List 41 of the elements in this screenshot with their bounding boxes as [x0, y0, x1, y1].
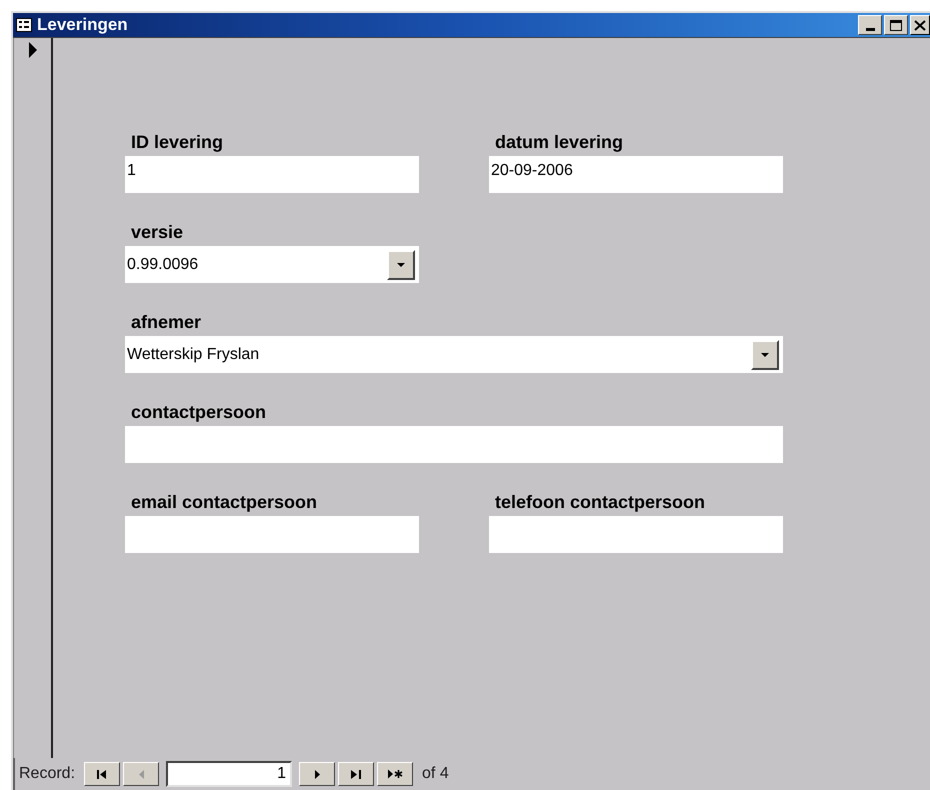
navigation-button[interactable]: [377, 762, 414, 786]
field-label: email contactpersoon: [131, 491, 318, 513]
new-record-icon: [387, 769, 404, 779]
combo-value: Wetterskip Fryslan: [127, 344, 260, 364]
field-label: afnemer: [131, 311, 202, 333]
field-label: telefoon contactpersoon: [495, 491, 706, 513]
dropdown-button[interactable]: [751, 340, 779, 370]
first-record-icon: [96, 770, 108, 778]
record-label: Record:: [19, 764, 76, 784]
close-icon: [914, 20, 926, 30]
text-field[interactable]: 20-09-2006: [489, 156, 783, 193]
maximize-icon: [890, 20, 902, 30]
caret-icon: [761, 352, 769, 356]
field-label: ID levering: [131, 131, 224, 153]
navigation-button[interactable]: [84, 762, 120, 786]
record-selector[interactable]: [13, 38, 53, 758]
text-field[interactable]: [125, 426, 783, 463]
dropdown-button[interactable]: [387, 250, 415, 280]
field-label: datum levering: [495, 131, 624, 153]
form-icon: [16, 18, 32, 32]
window-title: Leveringen: [37, 14, 128, 36]
caret-icon: [397, 262, 405, 266]
field-label: contactpersoon: [131, 401, 268, 423]
last-record-icon: [350, 770, 362, 778]
text-field[interactable]: 1: [125, 156, 419, 193]
navigation-button[interactable]: [299, 762, 336, 786]
minimize-icon: [866, 28, 874, 31]
maximize-button[interactable]: [884, 15, 908, 35]
close-button[interactable]: [910, 15, 930, 35]
text-field[interactable]: [125, 516, 419, 553]
combo-box[interactable]: Wetterskip Fryslan: [125, 336, 783, 373]
record-number-field[interactable]: 1: [166, 761, 292, 787]
record-count: of 4: [422, 764, 449, 784]
combo-value: 0.99.0096: [127, 254, 198, 274]
minimize-button[interactable]: [858, 15, 882, 35]
previous-record-icon: [138, 770, 145, 778]
combo-box[interactable]: 0.99.0096: [125, 246, 419, 283]
next-record-icon: [314, 770, 321, 778]
text-field[interactable]: [489, 516, 783, 553]
navigation-button[interactable]: [338, 762, 374, 786]
field-label: versie: [131, 221, 184, 243]
